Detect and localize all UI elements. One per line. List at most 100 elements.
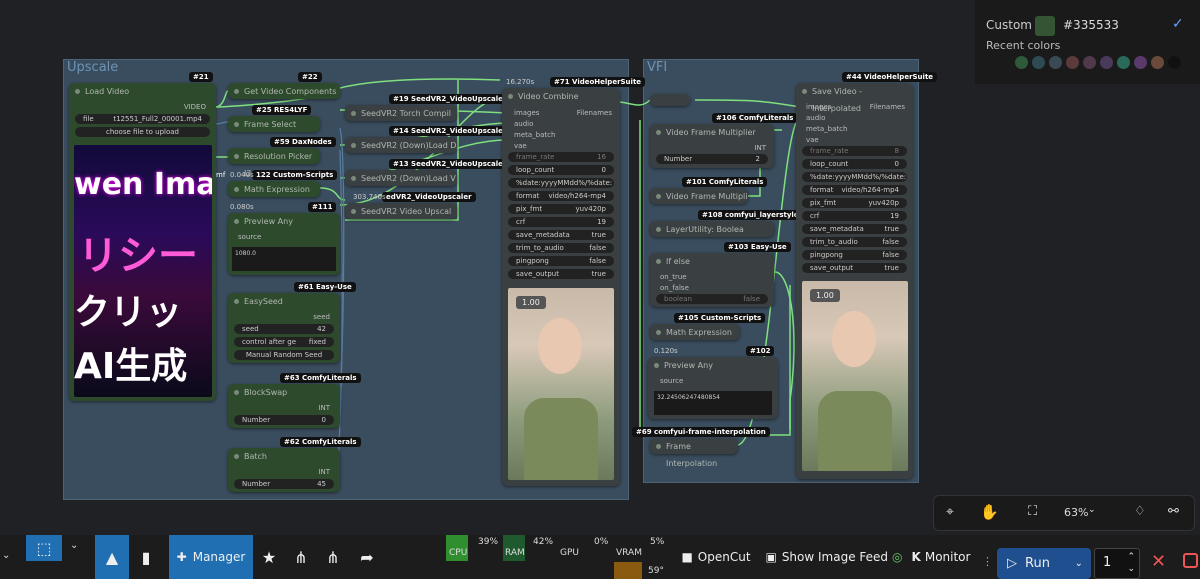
number-widget[interactable]: Number 45 [234,479,334,489]
file-select[interactable]: file t12551_Full2_00001.mp4 [75,114,210,124]
node-video-frame-multiplier-2[interactable]: #101 ComfyLiterals Video Frame Multipli [650,177,768,204]
show-image-feed-button[interactable]: ▣ Show Image Feed ◎ [764,535,904,579]
custom-color-hex[interactable]: #335533 [1063,18,1119,32]
chevron-down-icon[interactable]: ⌄ [2,550,10,561]
share-icon[interactable]: ➦ [356,535,378,579]
boolean-widget[interactable]: boolean false [656,294,768,304]
node-reroute[interactable] [650,94,690,106]
pix-fmt-widget[interactable]: pix_fmt yuv420p [508,204,614,214]
feed-icon: ◎ [892,550,903,564]
comfy-logo-button[interactable]: ▲ [95,535,129,579]
node-math-expression-2[interactable]: #105 Custom-Scripts Math Expression [650,313,766,340]
check-icon[interactable]: ✓ [1172,16,1184,32]
number-widget[interactable]: Number 0 [234,415,334,425]
recent-color-swatch[interactable] [1134,56,1147,69]
recent-color-swatch[interactable] [1066,56,1079,69]
recent-color-swatch[interactable] [1015,56,1028,69]
run-button[interactable]: ▷ Run ⌄ [997,548,1091,579]
node-blockswap[interactable]: #63 ComfyLiterals BlockSwap INT Number 0 [228,373,361,428]
star-icon[interactable]: ★ [258,535,280,579]
node-resolution-picker[interactable]: #59 DaxNodes Resolution Picker I2 [228,137,336,178]
node-layerutility-boolean[interactable]: #108 comfyui_layerstyle LayerUtility: Bo… [650,210,803,237]
recent-color-swatch[interactable] [1168,56,1181,69]
canvas[interactable]: Custom #335533 ✓ Recent colors Upscale V… [0,0,1200,579]
lightbulb-icon[interactable]: ♢ [1134,504,1146,519]
fit-view-icon[interactable]: ⛶ [1028,504,1037,519]
node-get-video-components[interactable]: #22 Get Video Components [228,72,340,99]
chevron-down-icon[interactable]: ⌄ [70,540,78,551]
filename-prefix-widget[interactable]: %date:yyyyMMdd%/%date: [802,172,907,182]
node-if-else[interactable]: #103 Easy-Use If else on_true on_false b… [650,242,791,307]
queue-count-input[interactable]: 1 ⌃ ⌄ [1094,548,1140,579]
format-widget[interactable]: format video/h264-mp4 [802,185,907,195]
pingpong-toggle[interactable]: pingpong false [802,250,907,260]
save-output-toggle[interactable]: save_output true [802,263,907,273]
recent-color-swatch[interactable] [1083,56,1096,69]
manager-button[interactable]: ✚ Manager [169,535,253,579]
number-widget[interactable]: Number 2 [656,154,768,164]
save-metadata-toggle[interactable]: save_metadata true [508,230,614,240]
select-tool-icon[interactable]: ⌖ [946,504,954,520]
node-title: SeedVR2 (Down)Load D [345,137,457,154]
input-label: on_true [660,273,687,281]
zoom-level[interactable]: 63% [1064,506,1088,519]
crf-widget[interactable]: crf 19 [802,211,907,221]
control-widget[interactable]: control after ge fixed [234,337,334,347]
hide-links-icon[interactable]: ⚯ [1168,504,1179,519]
input-label: source [238,233,262,241]
save-output-toggle[interactable]: save_output true [508,269,614,279]
node-preview-any-2[interactable]: #102 0.120s Preview Any source 32.245062… [648,346,778,419]
node-seedvr2-torch-compile[interactable]: #19 SeedVR2_VideoUpscaler SeedVR2 Torch … [345,94,511,121]
node-seedvr2-video-upscaler[interactable]: edVR2_VideoUpscaler 303.740s SeedVR2 Vid… [345,192,476,219]
node-batch[interactable]: #62 ComfyLiterals Batch INT Number 45 [228,437,361,492]
custom-color-swatch[interactable] [1035,16,1055,36]
monitor-button[interactable]: K Monitor [912,535,971,579]
video-preview: 1.00 [802,281,908,471]
node-preview-any[interactable]: #111 0.080s Preview Any source 1080.0 [228,202,340,275]
recent-color-swatch[interactable] [1117,56,1130,69]
frame-rate-widget[interactable]: frame_rate 8 [802,146,907,156]
loop-count-widget[interactable]: loop_count 0 [508,165,614,175]
node-frame-select[interactable]: #25 RES4LYF Frame Select [228,105,320,132]
format-widget[interactable]: format video/h264-mp4 [508,191,614,201]
trim-to-audio-toggle[interactable]: trim_to_audio false [508,243,614,253]
recent-color-swatch[interactable] [1100,56,1113,69]
node-id-badge: edVR2_VideoUpscaler [382,192,476,202]
node-icon[interactable]: ⋔ [290,535,312,579]
node-math-expression[interactable]: 122 Custom-Scripts 0.040s mf Math Expres… [216,170,338,197]
color-picker-panel: Custom #335533 ✓ Recent colors [975,0,1200,84]
loop-count-widget[interactable]: loop_count 0 [802,159,907,169]
stop-icon[interactable] [1183,553,1198,568]
recent-color-swatch[interactable] [1049,56,1062,69]
node-video-frame-multiplier[interactable]: #106 ComfyLiterals Video Frame Multiplie… [650,113,798,168]
chevron-down-icon[interactable]: ⌄ [1088,505,1096,515]
recent-color-swatch[interactable] [1032,56,1045,69]
output-label: seed [313,313,330,321]
save-metadata-toggle[interactable]: save_metadata true [802,224,907,234]
node-frame-interpolation[interactable]: #69 comfyui-frame-interpolation Frame In… [632,427,770,468]
crf-widget[interactable]: crf 19 [508,217,614,227]
filename-prefix-widget[interactable]: %date:yyyyMMdd%/%date: [508,178,614,188]
random-seed-button[interactable]: Manual Random Seed [234,350,334,360]
node-title: Load Video [69,83,216,100]
seed-widget[interactable]: seed 42 [234,324,334,334]
node-seedvr2-load-dit[interactable]: #14 SeedVR2_VideoUpscaler SeedVR2 (Down)… [345,126,511,154]
trim-to-audio-toggle[interactable]: trim_to_audio false [802,237,907,247]
pix-fmt-widget[interactable]: pix_fmt yuv420p [802,198,907,208]
frame-rate-widget[interactable]: frame_rate 16 [508,152,614,162]
node-easyseed[interactable]: #61 Easy-Use EasySeed seed seed 42 contro… [228,282,356,363]
node-alt-icon[interactable]: ⋔ [322,535,344,579]
node-load-video[interactable]: #21 Load Video VIDEO file t12551_Full2_00… [69,72,216,401]
node-save-video-interpolated[interactable]: #44 VideoHelperSuite Save Video - Interp… [796,72,938,479]
screenshot-button[interactable]: ⬚ [26,535,62,561]
opencut-button[interactable]: ■ OpenCut [680,535,752,579]
hand-tool-icon[interactable]: ✋ [980,503,999,521]
recent-color-swatch[interactable] [1151,56,1164,69]
bookmark-icon[interactable]: ▮ [135,535,157,579]
node-seedvr2-load-vae[interactable]: #13 SeedVR2_VideoUpscaler SeedVR2 (Down)… [345,159,511,186]
stepper-icon[interactable]: ⌃ ⌄ [1127,551,1135,575]
cancel-icon[interactable]: ✕ [1151,551,1166,572]
pingpong-toggle[interactable]: pingpong false [508,256,614,266]
upload-button[interactable]: choose file to upload [75,127,210,137]
node-video-combine[interactable]: #71 VideoHelperSuite 16.270s Video Combi… [502,77,646,486]
